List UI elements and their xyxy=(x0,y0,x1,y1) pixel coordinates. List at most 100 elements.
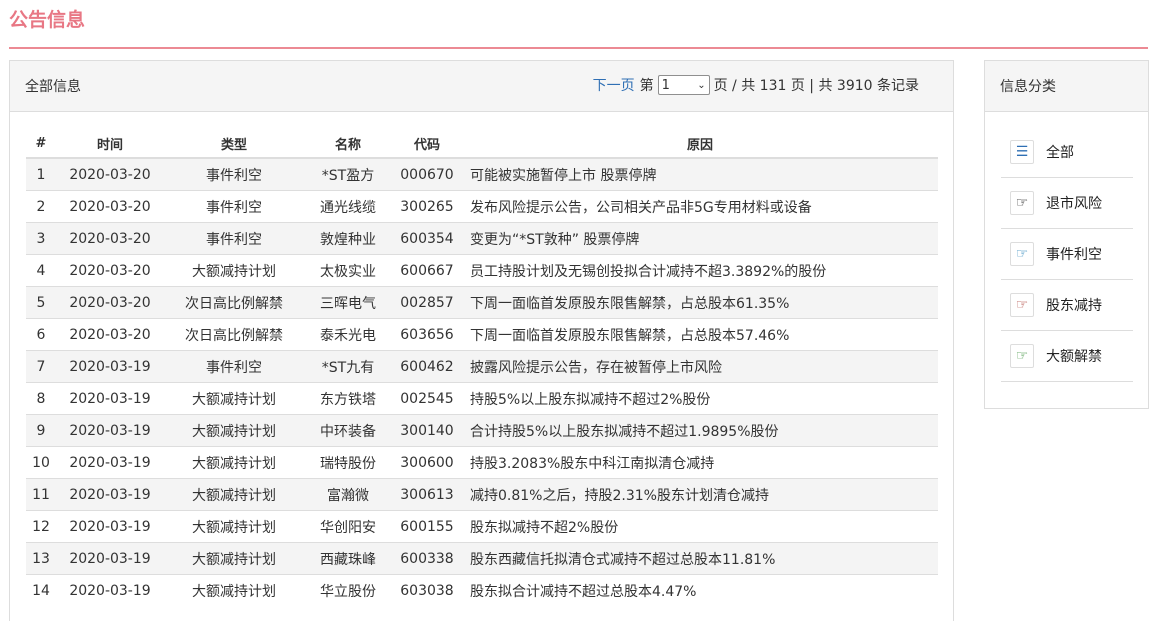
category-item[interactable]: ☞ 股东减持 xyxy=(1001,280,1133,331)
cell-type: 事件利空 xyxy=(164,190,304,223)
page-select-value: 1 xyxy=(661,77,670,93)
column-header-type: 类型 xyxy=(164,129,304,159)
table-row[interactable]: 2 2020-03-20 事件利空 通光线缆 300265 发布风险提示公告，公司相关产品… xyxy=(26,190,938,223)
cell-name: 通光线缆 xyxy=(304,190,392,223)
cell-reason: 股东拟合计减持不超过总股本4.47% xyxy=(462,574,938,606)
table-row[interactable]: 9 2020-03-19 大额减持计划 中环装备 300140 合计持股5%以上股东拟减持… xyxy=(26,414,938,447)
column-header-reason: 原因 xyxy=(462,129,938,159)
announcement-table: # 时间 类型 名称 代码 原因 1 2020-03-20 事件利空 *ST盈方 000670 可能… xyxy=(26,129,938,606)
hand-point-right-icon: ☞ xyxy=(1010,191,1034,215)
cell-name: 华创阳安 xyxy=(304,510,392,543)
next-page-link[interactable]: 下一页 xyxy=(593,75,635,95)
cell-num: 1 xyxy=(26,157,56,191)
cell-name: 富瀚微 xyxy=(304,478,392,511)
cell-num: 4 xyxy=(26,254,56,287)
category-list: ☰ 全部 ☞ 退市风险 ☞ 事件利空 ☞ 股东减持 ☞ 大额解禁 xyxy=(1001,127,1133,382)
cell-name: 太极实业 xyxy=(304,254,392,287)
cell-name: 瑞特股份 xyxy=(304,446,392,479)
cell-name: 泰禾光电 xyxy=(304,318,392,351)
panel-header: 全部信息 下一页 第 1 ⌄ 页 / 共 131 页 | 共 3910 条记录 xyxy=(10,61,953,112)
cell-date: 2020-03-20 xyxy=(56,157,164,191)
cell-date: 2020-03-19 xyxy=(56,414,164,447)
table-row[interactable]: 14 2020-03-19 大额减持计划 华立股份 603038 股东拟合计减持不超过总股… xyxy=(26,574,938,606)
cell-name: *ST九有 xyxy=(304,350,392,383)
cell-date: 2020-03-19 xyxy=(56,542,164,575)
cell-code: 300600 xyxy=(392,446,462,479)
cell-num: 11 xyxy=(26,478,56,511)
cell-type: 大额减持计划 xyxy=(164,510,304,543)
cell-date: 2020-03-19 xyxy=(56,574,164,606)
cell-code: 300265 xyxy=(392,190,462,223)
cell-type: 大额减持计划 xyxy=(164,414,304,447)
cell-reason: 变更为“*ST敦种” 股票停牌 xyxy=(462,222,938,255)
cell-num: 2 xyxy=(26,190,56,223)
cell-code: 603656 xyxy=(392,318,462,351)
page-title: 公告信息 xyxy=(9,9,86,31)
hand-point-right-icon: ☞ xyxy=(1010,242,1034,266)
cell-date: 2020-03-19 xyxy=(56,350,164,383)
cell-name: 敦煌种业 xyxy=(304,222,392,255)
table-row[interactable]: 4 2020-03-20 大额减持计划 太极实业 600667 员工持股计划及无锡创投拟合… xyxy=(26,254,938,287)
cell-num: 6 xyxy=(26,318,56,351)
category-item[interactable]: ☞ 退市风险 xyxy=(1001,178,1133,229)
cell-name: 西藏珠峰 xyxy=(304,542,392,575)
cell-reason: 持股5%以上股东拟减持不超过2%股份 xyxy=(462,382,938,415)
table-row[interactable]: 8 2020-03-19 大额减持计划 东方铁塔 002545 持股5%以上股东拟减持不超… xyxy=(26,382,938,415)
cell-name: 华立股份 xyxy=(304,574,392,606)
cell-num: 5 xyxy=(26,286,56,319)
table-row[interactable]: 1 2020-03-20 事件利空 *ST盈方 000670 可能被实施暂停上市 股票停牌 xyxy=(26,157,938,191)
table-row[interactable]: 3 2020-03-20 事件利空 敦煌种业 600354 变更为“*ST敦种” 股票停牌 xyxy=(26,222,938,255)
cell-reason: 下周一面临首发原股东限售解禁，占总股本57.46% xyxy=(462,318,938,351)
cell-type: 大额减持计划 xyxy=(164,478,304,511)
cell-reason: 可能被实施暂停上市 股票停牌 xyxy=(462,157,938,191)
category-label: 股东减持 xyxy=(1046,298,1102,314)
cell-date: 2020-03-19 xyxy=(56,478,164,511)
category-item[interactable]: ☞ 事件利空 xyxy=(1001,229,1133,280)
cell-name: *ST盈方 xyxy=(304,157,392,191)
panel-title: 全部信息 xyxy=(25,79,81,95)
pagination: 下一页 第 1 ⌄ 页 / 共 131 页 | 共 3910 条记录 xyxy=(593,75,919,95)
cell-reason: 下周一面临首发原股东限售解禁，占总股本61.35% xyxy=(462,286,938,319)
cell-type: 次日高比例解禁 xyxy=(164,318,304,351)
column-header-date: 时间 xyxy=(56,129,164,159)
cell-name: 中环装备 xyxy=(304,414,392,447)
hand-point-right-icon: ☞ xyxy=(1010,293,1034,317)
category-panel: 信息分类 ☰ 全部 ☞ 退市风险 ☞ 事件利空 ☞ 股东减持 ☞ 大额解禁 xyxy=(984,60,1149,409)
page-select[interactable]: 1 ⌄ xyxy=(657,75,710,95)
table-row[interactable]: 7 2020-03-19 事件利空 *ST九有 600462 披露风险提示公告，存在被暂停… xyxy=(26,350,938,383)
table-row[interactable]: 10 2020-03-19 大额减持计划 瑞特股份 300600 持股3.2083%股东中… xyxy=(26,446,938,479)
category-label: 事件利空 xyxy=(1046,247,1102,263)
cell-date: 2020-03-20 xyxy=(56,286,164,319)
cell-code: 600462 xyxy=(392,350,462,383)
category-item[interactable]: ☰ 全部 xyxy=(1001,127,1133,178)
cell-code: 600338 xyxy=(392,542,462,575)
cell-name: 东方铁塔 xyxy=(304,382,392,415)
cell-type: 大额减持计划 xyxy=(164,254,304,287)
announcement-panel: 全部信息 下一页 第 1 ⌄ 页 / 共 131 页 | 共 3910 条记录 … xyxy=(9,60,954,621)
table-row[interactable]: 5 2020-03-20 次日高比例解禁 三晖电气 002857 下周一面临首发原股东限售… xyxy=(26,286,938,319)
cell-num: 7 xyxy=(26,350,56,383)
table-row[interactable]: 12 2020-03-19 大额减持计划 华创阳安 600155 股东拟减持不超2%股份 xyxy=(26,510,938,543)
cell-code: 300613 xyxy=(392,478,462,511)
column-header-num: # xyxy=(26,129,56,159)
cell-reason: 披露风险提示公告，存在被暂停上市风险 xyxy=(462,350,938,383)
cell-type: 大额减持计划 xyxy=(164,574,304,606)
cell-type: 事件利空 xyxy=(164,222,304,255)
chevron-down-icon: ⌄ xyxy=(697,79,706,91)
cell-code: 600155 xyxy=(392,510,462,543)
cell-type: 事件利空 xyxy=(164,350,304,383)
page-prefix-label: 第 xyxy=(639,78,654,94)
table-row[interactable]: 13 2020-03-19 大额减持计划 西藏珠峰 600338 股东西藏信托拟清仓式减持… xyxy=(26,542,938,575)
cell-reason: 减持0.81%之后，持股2.31%股东计划清仓减持 xyxy=(462,478,938,511)
category-item[interactable]: ☞ 大额解禁 xyxy=(1001,331,1133,382)
title-divider xyxy=(9,47,1148,49)
cell-reason: 员工持股计划及无锡创投拟合计减持不超3.3892%的股份 xyxy=(462,254,938,287)
cell-reason: 股东拟减持不超2%股份 xyxy=(462,510,938,543)
cell-code: 002545 xyxy=(392,382,462,415)
cell-code: 000670 xyxy=(392,157,462,191)
table-row[interactable]: 6 2020-03-20 次日高比例解禁 泰禾光电 603656 下周一面临首发原股东限售… xyxy=(26,318,938,351)
cell-reason: 发布风险提示公告，公司相关产品非5G专用材料或设备 xyxy=(462,190,938,223)
column-header-name: 名称 xyxy=(304,129,392,159)
table-row[interactable]: 11 2020-03-19 大额减持计划 富瀚微 300613 减持0.81%之后，持股2… xyxy=(26,478,938,511)
cell-num: 12 xyxy=(26,510,56,543)
